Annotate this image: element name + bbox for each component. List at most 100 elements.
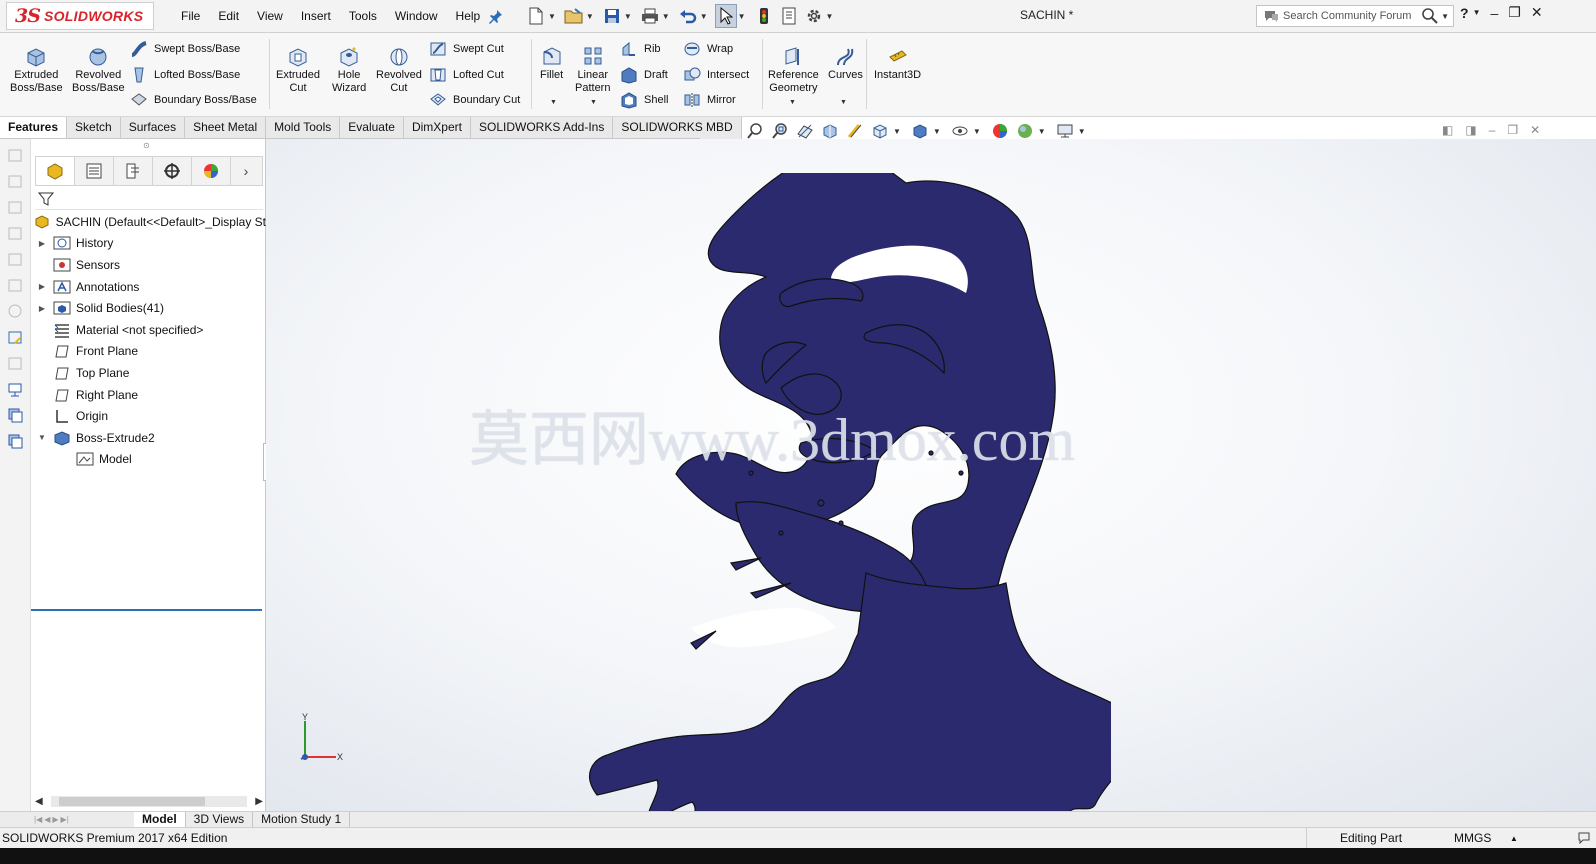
reference-geometry-button[interactable]: Reference Geometry [768,45,819,95]
boundary-boss-base-button[interactable]: Boundary Boss/Base [130,91,257,109]
expand-arrow-icon[interactable]: ▶ [37,282,47,291]
tab-sketch[interactable]: Sketch [67,117,121,139]
display-style-icon[interactable] [910,121,930,141]
open-folder-icon[interactable] [563,4,585,28]
previous-view-icon[interactable] [795,121,815,141]
solidworks-logo[interactable]: 3S SOLIDWORKS [6,2,154,30]
view-orientation-icon[interactable] [870,121,890,141]
mirror-button[interactable]: Mirror [683,91,736,109]
tab-sheet-metal[interactable]: Sheet Metal [185,117,267,139]
hide-show-items-icon[interactable] [950,121,970,141]
axis-triad[interactable]: Y X [296,713,346,765]
collapse-right-icon[interactable]: ◨ [1465,123,1476,137]
fillet-button[interactable]: Fillet [540,45,563,82]
revolved-boss-base-button[interactable]: Revolved Boss/Base [72,45,125,95]
tab-features[interactable]: Features [0,117,68,139]
sachin-portrait-model[interactable] [511,173,1111,813]
linear-pattern-button[interactable]: Linear Pattern [575,45,610,95]
viewport-restore-icon[interactable]: ❐ [1507,123,1518,137]
chevron-down-icon[interactable]: ▼ [1078,127,1086,136]
dynamic-annotation-icon[interactable] [845,121,865,141]
tab-3d-views[interactable]: 3D Views [186,812,254,827]
undo-icon[interactable] [677,4,699,28]
units-up-arrow-icon[interactable]: ▲ [1510,834,1518,843]
shell-button[interactable]: Shell [620,91,668,109]
swept-cut-button[interactable]: Swept Cut [429,40,504,58]
tab-motion-study-1[interactable]: Motion Study 1 [253,812,351,827]
status-units[interactable]: MMGS [1454,831,1491,845]
chevron-down-icon[interactable]: ▼ [1038,127,1046,136]
strip-tool-icon[interactable] [5,171,25,191]
menu-edit[interactable]: Edit [209,9,248,23]
strip-tool-icon[interactable] [5,405,25,425]
help-button[interactable]: ? [1460,5,1469,21]
edit-appearance-icon[interactable] [990,121,1010,141]
boundary-cut-button[interactable]: Boundary Cut [429,91,520,109]
search-dropdown-icon[interactable]: ▼ [1441,12,1449,21]
search-community-forum[interactable]: Search Community Forum ▼ [1256,5,1454,27]
tree-item-boss-extrude2[interactable]: ▼ Boss-Extrude2 [31,427,266,449]
tree-horizontal-scrollbar[interactable]: ◀ ▶ [35,795,263,808]
strip-tool-icon[interactable] [5,249,25,269]
tree-item-solid-bodies[interactable]: ▶ Solid Bodies(41) [31,297,266,319]
scroll-left-icon[interactable]: ◀ [35,796,43,807]
hole-wizard-button[interactable]: Hole Wizard [332,45,366,95]
collapse-left-icon[interactable]: ◧ [1442,123,1453,137]
filter-icon[interactable] [38,191,54,207]
chevron-down-icon[interactable]: ▼ [586,12,594,21]
menu-view[interactable]: View [248,9,292,23]
dimxpert-manager-tab-icon[interactable] [153,157,192,185]
tree-item-annotations[interactable]: ▶ Annotations [31,276,266,298]
graphics-area[interactable]: 莫西网www.3dmox.com Y X [266,139,1596,813]
display-manager-tab-icon[interactable] [192,157,231,185]
zoom-to-fit-icon[interactable] [745,121,765,141]
strip-tool-icon[interactable] [5,145,25,165]
tree-item-sensors[interactable]: Sensors [31,254,266,276]
panel-tabs-chevron-right-icon[interactable]: › [231,157,261,185]
strip-tool-icon[interactable] [5,223,25,243]
property-manager-tab-icon[interactable] [75,157,114,185]
strip-tool-icon[interactable] [5,197,25,217]
tab-solidworks-mbd[interactable]: SOLIDWORKS MBD [613,117,742,139]
lofted-boss-base-button[interactable]: Lofted Boss/Base [130,66,240,84]
tree-item-top-plane[interactable]: Top Plane [31,362,266,384]
print-icon[interactable] [639,4,661,28]
menu-insert[interactable]: Insert [292,9,340,23]
expand-arrow-icon[interactable]: ▶ [37,239,47,248]
first-tab-icon[interactable]: |◀ [34,815,42,824]
tree-item-origin[interactable]: Origin [31,405,266,427]
chevron-down-icon[interactable]: ▼ [933,127,941,136]
rollback-bar[interactable] [31,609,262,611]
scroll-right-icon[interactable]: ▶ [255,796,263,807]
draft-button[interactable]: Draft [620,66,668,84]
tree-root-part[interactable]: SACHIN (Default<<Default>_Display St [31,211,266,233]
curves-dropdown-icon[interactable]: ▼ [840,99,847,106]
tab-surfaces[interactable]: Surfaces [120,117,186,139]
tab-evaluate[interactable]: Evaluate [340,117,404,139]
tree-item-model-sketch[interactable]: Model [31,449,266,471]
chevron-down-icon[interactable]: ▼ [738,12,746,21]
extruded-cut-button[interactable]: Extruded Cut [276,45,320,95]
panel-grip-icon[interactable]: ⊙ [143,141,150,150]
help-dropdown-icon[interactable]: ▼ [1473,8,1481,17]
configuration-manager-tab-icon[interactable] [114,157,153,185]
extruded-boss-base-button[interactable]: Extruded Boss/Base [10,45,63,95]
viewport-close-icon[interactable]: ✕ [1530,123,1540,137]
chevron-down-icon[interactable]: ▼ [700,12,708,21]
close-button[interactable]: ✕ [1531,4,1543,21]
fillet-dropdown-icon[interactable]: ▼ [550,99,557,106]
status-chat-icon[interactable] [1577,831,1593,848]
pin-menu-icon[interactable] [488,8,504,24]
revolved-cut-button[interactable]: Revolved Cut [376,45,422,95]
tab-navigation-arrows[interactable]: |◀ ◀ ▶ ▶| [34,815,134,824]
zoom-to-area-icon[interactable] [770,121,790,141]
chevron-down-icon[interactable]: ▼ [662,12,670,21]
file-properties-icon[interactable] [778,4,800,28]
tab-solidworks-add-ins[interactable]: SOLIDWORKS Add-Ins [470,117,614,139]
rib-button[interactable]: Rib [620,40,661,58]
next-tab-icon[interactable]: ▶ [52,815,58,824]
reference-geometry-dropdown-icon[interactable]: ▼ [789,99,796,106]
strip-tool-icon[interactable] [5,379,25,399]
tab-mold-tools[interactable]: Mold Tools [266,117,341,139]
strip-tool-icon[interactable] [5,327,25,347]
